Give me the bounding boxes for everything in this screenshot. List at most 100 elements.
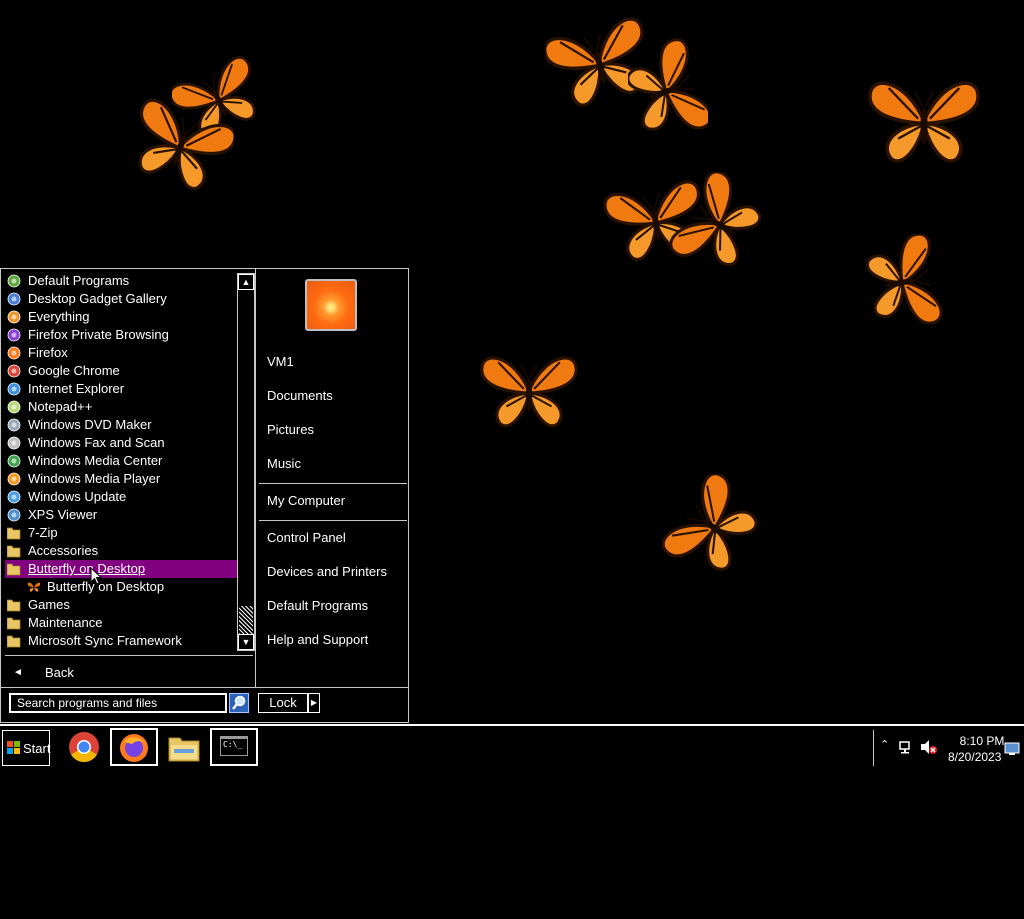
folder-icon [6,526,21,540]
program-label: Games [28,597,70,612]
program-item[interactable]: Windows Update [5,488,237,506]
program-label: Google Chrome [28,363,120,378]
program-item[interactable]: Default Programs [5,272,237,290]
show-desktop-icon[interactable] [1004,742,1020,756]
butterfly-icon [668,172,768,277]
clock-date[interactable]: 8/20/2023 [948,750,1001,764]
program-label: Accessories [28,543,99,558]
user-folder-link[interactable]: VM1 [267,353,294,371]
program-item[interactable]: Butterfly on Desktop [5,578,237,596]
program-label: Windows Media Player [28,471,161,486]
xps-viewer-icon [7,508,21,522]
program-item[interactable]: Games [5,596,237,614]
music-link[interactable]: Music [267,455,301,473]
program-item[interactable]: Google Chrome [5,362,237,380]
media-player-icon [7,472,21,486]
scroll-down-button[interactable]: ▼ [238,634,254,650]
power-options-arrow[interactable]: ▶ [308,693,320,713]
program-item[interactable]: Microsoft Sync Framework [5,632,237,650]
windows-update-icon [7,490,21,504]
folder-icon [6,616,21,630]
program-item[interactable]: Internet Explorer [5,380,237,398]
control-panel-link[interactable]: Control Panel [267,529,346,547]
lock-button[interactable]: Lock [258,693,308,713]
program-item[interactable]: Accessories [5,542,237,560]
windows-logo-icon [7,741,20,754]
network-icon[interactable] [898,739,914,755]
program-label: Internet Explorer [28,381,125,396]
back-button[interactable]: ◄ Back [9,662,249,684]
notepadpp-icon [7,400,21,414]
user-picture[interactable] [305,279,357,331]
documents-link[interactable]: Documents [267,387,333,405]
folder-icon [6,598,21,612]
folder-icon [6,634,21,648]
folder-icon [6,544,21,558]
program-item[interactable]: Desktop Gadget Gallery [5,290,237,308]
taskbar-cmd-button[interactable]: C:\_ [210,728,258,766]
program-label: XPS Viewer [28,507,98,522]
program-item[interactable]: Butterfly on Desktop [5,560,237,578]
program-item[interactable]: Maintenance [5,614,237,632]
media-center-icon [7,454,21,468]
clock-time[interactable]: 8:10 PM [954,734,1010,748]
firefox-icon [120,734,148,762]
right-separator [259,520,407,521]
default-programs-icon [7,274,21,288]
program-label: Windows Update [28,489,127,504]
taskbar-chrome-button[interactable] [60,728,108,766]
default-programs-link[interactable]: Default Programs [267,597,368,615]
taskbar-explorer-button[interactable] [160,728,208,766]
program-item[interactable]: Windows Media Player [5,470,237,488]
file-explorer-icon [168,737,200,762]
butterfly-icon [128,95,234,195]
program-item[interactable]: Firefox [5,344,237,362]
butterfly-icon [628,35,708,147]
dvd-maker-icon [7,418,21,432]
chrome-icon [69,732,99,763]
butterfly-icon [27,580,41,594]
back-arrow-icon: ◄ [13,667,23,678]
help-support-link[interactable]: Help and Support [267,631,368,649]
programs-separator [5,655,253,656]
show-hidden-icons-button[interactable]: ⌃ [880,738,889,751]
scroll-thumb[interactable] [239,606,253,634]
system-tray: ⌃ 8:10 PM 8/20/2023 [873,730,1024,766]
mouse-cursor-icon [90,567,102,585]
program-label: Firefox Private Browsing [28,327,169,342]
start-button[interactable]: Start [2,730,50,766]
program-item[interactable]: Everything [5,308,237,326]
internet-explorer-icon [7,382,21,396]
program-item[interactable]: Notepad++ [5,398,237,416]
program-label: Butterfly on Desktop [47,579,165,594]
program-label: Butterfly on Desktop [28,561,146,576]
program-item[interactable]: 7-Zip [5,524,237,542]
program-list-scrollbar[interactable]: ▲ ▼ [237,273,255,651]
program-item[interactable]: Firefox Private Browsing [5,326,237,344]
right-separator [259,483,407,484]
my-computer-link[interactable]: My Computer [267,492,345,510]
butterfly-icon [480,356,578,428]
scroll-up-button[interactable]: ▲ [238,274,254,290]
gadget-gallery-icon [7,292,21,306]
program-item[interactable]: XPS Viewer [5,506,237,524]
program-label: Notepad++ [28,399,93,414]
program-item[interactable]: Windows Fax and Scan [5,434,237,452]
program-item[interactable]: Windows Media Center [5,452,237,470]
volume-muted-icon[interactable] [920,739,938,755]
search-input[interactable] [9,693,227,713]
taskbar-firefox-button[interactable] [110,728,158,766]
program-label: 7-Zip [28,525,58,540]
pictures-link[interactable]: Pictures [267,421,314,439]
search-icon [232,695,246,710]
firefox-private-icon [7,328,21,342]
butterfly-icon [662,474,764,580]
butterfly-icon [868,81,980,163]
bottom-separator [1,687,408,688]
start-menu: Default Programs Desktop Gadget Gallery Ev… [0,268,409,723]
search-button[interactable] [229,693,249,713]
program-label: Desktop Gadget Gallery [28,291,167,306]
program-label: Windows Fax and Scan [28,435,165,450]
program-item[interactable]: Windows DVD Maker [5,416,237,434]
devices-printers-link[interactable]: Devices and Printers [267,563,387,581]
